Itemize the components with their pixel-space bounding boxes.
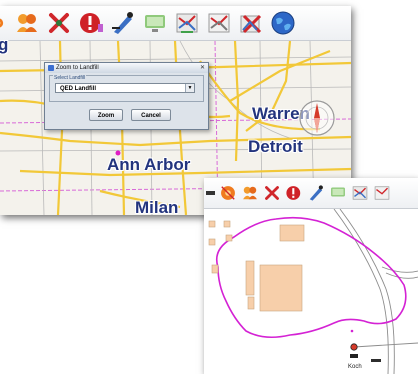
chevron-down-icon[interactable]: ▼ <box>185 84 194 92</box>
delete-x-icon[interactable] <box>263 183 281 203</box>
parcel <box>245 260 255 296</box>
street-label-koch: Koch <box>348 364 362 370</box>
landfill-select[interactable]: QED Landfill ▼ <box>55 83 195 93</box>
layer-filter-icon-2[interactable] <box>206 10 232 36</box>
landfill-boundary <box>215 216 407 339</box>
parcel <box>225 234 233 242</box>
zoom-to-landfill-icon[interactable] <box>0 10 8 36</box>
dialog-title-bar[interactable]: Zoom to Landfill <box>45 63 208 73</box>
close-icon[interactable]: ✕ <box>200 63 205 73</box>
parcel <box>223 220 231 228</box>
alert-icon[interactable] <box>285 183 303 203</box>
parcel <box>279 224 305 242</box>
remove-layer-icon[interactable] <box>238 10 264 36</box>
app-icon <box>48 65 54 71</box>
cancel-button[interactable]: Cancel <box>131 109 171 121</box>
parcel <box>208 238 216 246</box>
parcel <box>211 264 219 274</box>
layer-filter-icon-2[interactable] <box>373 183 391 203</box>
zoom-button[interactable]: Zoom <box>89 109 123 121</box>
select-landfill-label: Select Landfill <box>53 75 87 81</box>
zoom-to-landfill-icon[interactable] <box>219 183 237 203</box>
landfill-toolbar <box>204 178 418 209</box>
select-landfill-group: Select Landfill QED Landfill ▼ <box>49 75 204 102</box>
people-icon[interactable] <box>14 10 40 36</box>
compass-rose <box>296 97 338 139</box>
ruler-icon[interactable] <box>206 183 215 203</box>
people-icon[interactable] <box>241 183 259 203</box>
delete-x-icon[interactable] <box>46 10 72 36</box>
dialog-title: Zoom to Landfill <box>56 65 99 71</box>
landfill-detail-map[interactable]: Koch <box>204 209 418 374</box>
layer-filter-icon[interactable] <box>174 10 200 36</box>
monitor-icon[interactable] <box>329 183 347 203</box>
landfill-map-window: Koch <box>204 178 418 374</box>
pen-tool-icon[interactable] <box>110 10 136 36</box>
partial-city-label: g <box>0 35 9 54</box>
monitor-icon[interactable] <box>142 10 168 36</box>
landfill-marker <box>350 343 358 351</box>
parcel <box>247 296 255 310</box>
city-label-ann-arbor: Ann Arbor <box>107 155 191 174</box>
landfill-site-layer <box>208 209 418 374</box>
main-toolbar <box>0 6 351 41</box>
parcel <box>208 220 216 228</box>
parcel <box>259 264 303 312</box>
layer-filter-icon[interactable] <box>351 183 369 203</box>
globe-icon[interactable] <box>270 10 296 36</box>
city-label-milan: Milan <box>135 198 179 215</box>
alert-icon[interactable] <box>78 10 104 36</box>
city-label-detroit: Detroit <box>248 137 303 156</box>
landfill-select-value: QED Landfill <box>60 86 96 92</box>
pen-tool-icon[interactable] <box>307 183 325 203</box>
zoom-to-landfill-dialog: Zoom to Landfill ✕ Select Landfill QED L… <box>44 62 209 130</box>
